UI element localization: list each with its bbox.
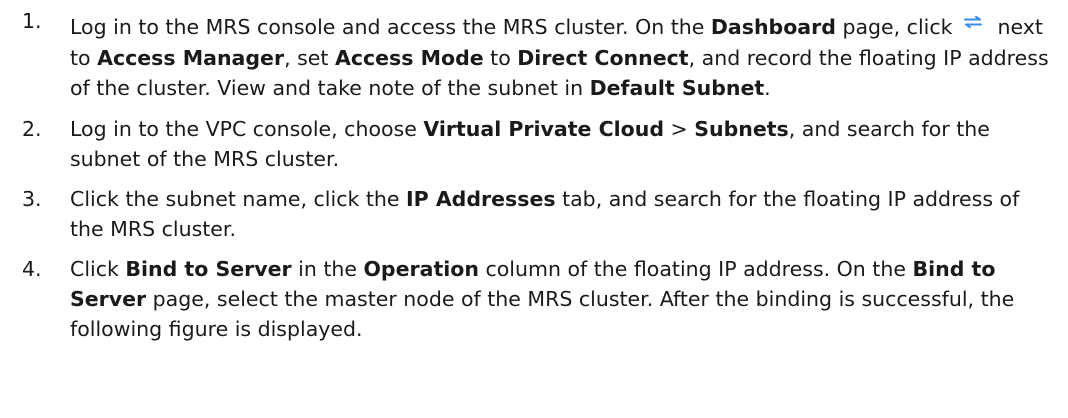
- step-number: 4.: [22, 256, 42, 281]
- step-3: 3. Click the subnet name, click the IP Ad…: [22, 184, 1052, 244]
- bold-term: Bind to Server: [125, 256, 292, 281]
- step-fragment: page, click: [835, 15, 959, 39]
- step-fragment: >: [664, 116, 695, 141]
- step-fragment: Log in to the VPC console, choose: [70, 116, 424, 141]
- step-number: 2.: [22, 116, 42, 141]
- step-fragment: Log in to the MRS console and access the…: [70, 15, 711, 39]
- step-fragment: in the: [291, 256, 364, 281]
- step-2: 2. Log in to the VPC console, choose Virt…: [22, 114, 1052, 174]
- step-1: 1. Log in to the MRS console and access t…: [22, 6, 1052, 104]
- step-fragment: , set: [284, 45, 335, 70]
- step-fragment: Click the subnet name, click the: [70, 186, 407, 211]
- step-fragment: Click: [70, 256, 126, 281]
- step-text: Log in to the MRS console and access the…: [70, 6, 1052, 104]
- step-fragment: column of the floating IP address. On th…: [478, 256, 913, 281]
- step-text: Click Bind to Server in the Operation co…: [70, 254, 1052, 344]
- step-number: 1.: [22, 9, 42, 33]
- bold-term: Virtual Private Cloud: [423, 116, 664, 141]
- step-text: Click the subnet name, click the IP Addr…: [70, 184, 1052, 244]
- switch-arrows-icon[interactable]: [963, 6, 983, 37]
- step-number: 3.: [22, 186, 42, 211]
- bold-term: Subnets: [694, 116, 789, 141]
- bold-term: Default Subnet: [589, 76, 765, 100]
- procedure-steps: 1. Log in to the MRS console and access t…: [22, 6, 1052, 354]
- bold-term: Direct Connect: [517, 45, 689, 70]
- step-fragment: to: [483, 45, 518, 70]
- bold-term: Dashboard: [710, 15, 836, 39]
- bold-term: Access Mode: [334, 45, 484, 70]
- step-text: Log in to the VPC console, choose Virtua…: [70, 114, 1052, 174]
- step-fragment: .: [764, 76, 771, 100]
- bold-term: Access Manager: [97, 45, 285, 70]
- step-fragment: page, select the master node of the MRS …: [70, 286, 1015, 341]
- bold-term: IP Addresses: [406, 186, 556, 211]
- bold-term: Operation: [363, 256, 479, 281]
- step-4: 4. Click Bind to Server in the Operation …: [22, 254, 1052, 344]
